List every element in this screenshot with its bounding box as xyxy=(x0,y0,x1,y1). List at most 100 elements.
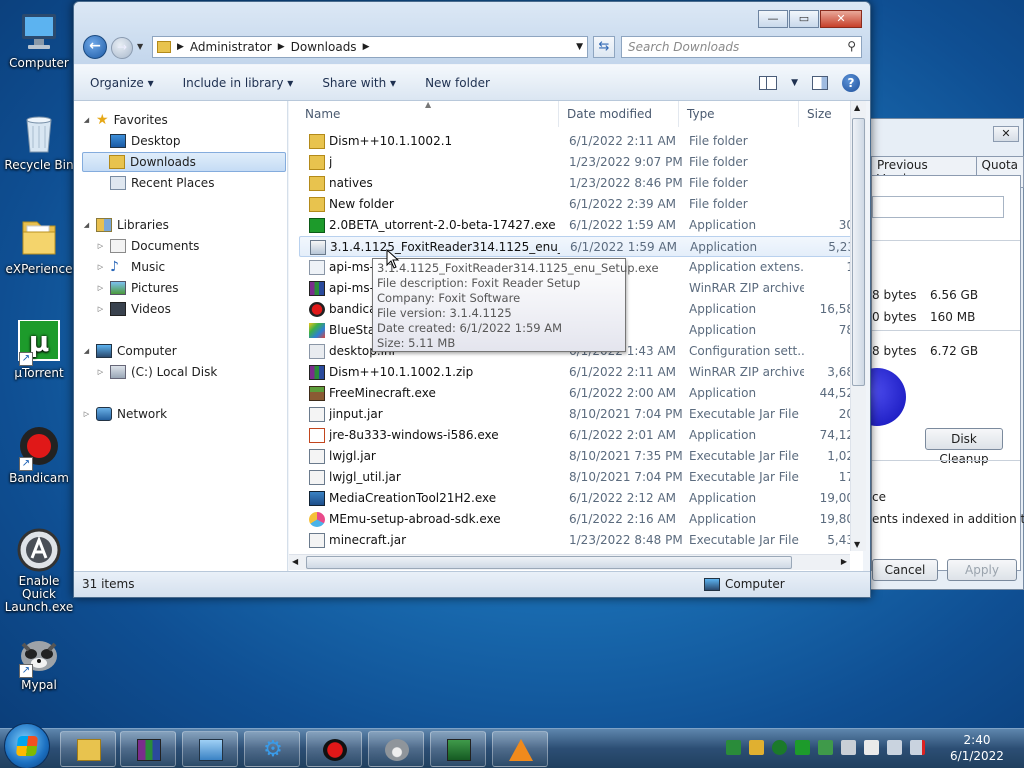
tray-tools-icon[interactable] xyxy=(749,740,764,755)
file-type: Executable Jar File xyxy=(689,533,799,547)
scroll-down-arrow-icon[interactable]: ▼ xyxy=(854,540,860,549)
file-date-modified: 6/1/2022 2:00 AM xyxy=(569,386,677,400)
nav-pictures[interactable]: ▷ Pictures xyxy=(96,278,179,298)
nav-desktop[interactable]: Desktop xyxy=(110,131,181,151)
address-dropdown-icon[interactable]: ▼ xyxy=(576,42,583,52)
desktop-icon-bandicam[interactable]: ↗ Bandicam xyxy=(2,425,76,485)
scroll-up-arrow-icon[interactable]: ▲ xyxy=(854,103,860,112)
mypal-raccoon-icon: ↗ xyxy=(17,632,61,678)
breadcrumb-administrator[interactable]: Administrator xyxy=(190,40,272,54)
desktop-icon-mypal[interactable]: ↗ Mypal xyxy=(2,632,76,692)
nav-local-disk[interactable]: ▷ (C:) Local Disk xyxy=(96,362,217,382)
file-row[interactable]: j 1/23/2022 9:07 PM File folder xyxy=(299,152,859,173)
nav-documents[interactable]: ▷ Documents xyxy=(96,236,199,256)
file-size: 20 xyxy=(838,407,854,421)
desktop-icon-enable-quick-launch[interactable]: Enable Quick Launch.exe xyxy=(2,528,76,614)
taskbar-task-manager[interactable] xyxy=(430,731,486,767)
refresh-button[interactable]: ⇆ xyxy=(593,36,615,58)
taskbar-bandicam[interactable] xyxy=(306,731,362,767)
apply-button[interactable]: Apply xyxy=(947,559,1017,581)
taskbar-winrar[interactable] xyxy=(120,731,176,767)
tray-record-icon[interactable] xyxy=(772,740,787,755)
organize-button[interactable]: Organize ▾ xyxy=(90,76,154,90)
view-options-chevron-icon[interactable]: ▼ xyxy=(791,78,798,88)
file-row[interactable]: MediaCreationTool21H2.exe 6/1/2022 2:12 A… xyxy=(299,488,859,509)
tray-flag-icon[interactable] xyxy=(864,740,879,755)
disk-label-field[interactable] xyxy=(872,196,1004,218)
taskbar-settings[interactable]: ⚙ xyxy=(244,731,300,767)
file-row[interactable]: jre-8u333-windows-i586.exe 6/1/2022 2:01 … xyxy=(299,425,859,446)
maximize-button[interactable]: ▭ xyxy=(789,10,819,28)
column-header-name[interactable]: Name ▲ xyxy=(297,101,559,127)
scroll-right-arrow-icon[interactable]: ▶ xyxy=(841,557,847,566)
taskbar-mypal[interactable] xyxy=(368,731,424,767)
file-row[interactable]: New folder 6/1/2022 2:39 AM File folder xyxy=(299,194,859,215)
nav-recent-places[interactable]: Recent Places xyxy=(110,173,214,193)
file-row[interactable]: 3.1.4.1125_FoxitReader314.1125_enu_Setu.… xyxy=(299,236,859,257)
cancel-button[interactable]: Cancel xyxy=(872,559,938,581)
clock-date: 6/1/2022 xyxy=(950,749,1004,763)
disk-cleanup-button[interactable]: Disk Cleanup xyxy=(925,428,1003,466)
tray-green-icon[interactable] xyxy=(726,740,741,755)
nav-favorites[interactable]: ◢ ★ Favorites xyxy=(82,110,168,130)
file-row[interactable]: natives 1/23/2022 8:46 PM File folder xyxy=(299,173,859,194)
recent-pages-chevron-icon[interactable]: ▼ xyxy=(137,42,143,51)
file-row[interactable]: 2.0BETA_utorrent-2.0-beta-17427.exe 6/1/2… xyxy=(299,215,859,236)
column-header-type[interactable]: Type xyxy=(679,101,799,127)
tray-security-icon[interactable] xyxy=(841,740,856,755)
change-view-icon[interactable] xyxy=(759,76,778,90)
file-row[interactable]: Dism++10.1.1002.1 6/1/2022 2:11 AM File fo… xyxy=(299,131,859,152)
desktop-icon-recycle-bin[interactable]: Recycle Bin xyxy=(2,112,76,172)
help-icon[interactable]: ? xyxy=(842,74,860,92)
forward-arrow-icon[interactable]: → xyxy=(111,37,133,59)
file-row[interactable]: jinput.jar 8/10/2021 7:04 PM Executable Ja… xyxy=(299,404,859,425)
back-arrow-icon[interactable]: ← xyxy=(83,35,107,59)
start-button[interactable] xyxy=(4,723,50,768)
vertical-scrollbar[interactable]: ▲ ▼ xyxy=(850,101,866,551)
include-in-library-button[interactable]: Include in library ▾ xyxy=(183,76,294,90)
file-type: File folder xyxy=(689,155,748,169)
file-row[interactable]: minecraft.jar 1/23/2022 8:48 PM Executable… xyxy=(299,530,859,551)
search-input[interactable]: Search Downloads ⚲ xyxy=(621,36,862,58)
vertical-scroll-thumb[interactable] xyxy=(852,118,865,386)
nav-libraries[interactable]: ◢ Libraries xyxy=(82,215,169,235)
file-row[interactable]: MEmu-setup-abroad-sdk.exe 6/1/2022 2:16 A… xyxy=(299,509,859,530)
tray-monitor-icon[interactable] xyxy=(818,740,833,755)
compress-option-text: ce xyxy=(872,490,886,504)
desktop-icon-computer[interactable]: Computer xyxy=(2,10,76,70)
desktop-icon-experience[interactable]: eXPerience xyxy=(2,216,76,276)
horizontal-scroll-thumb[interactable] xyxy=(306,556,792,569)
file-row[interactable]: Dism++10.1.1002.1.zip 6/1/2022 2:11 AM Win… xyxy=(299,362,859,383)
tray-network-icon[interactable] xyxy=(887,740,902,755)
tray-utorrent-icon[interactable] xyxy=(795,740,810,755)
nav-videos[interactable]: ▷ Videos xyxy=(96,299,171,319)
column-header-date-modified[interactable]: Date modified xyxy=(559,101,679,127)
scroll-left-arrow-icon[interactable]: ◀ xyxy=(292,557,298,566)
nav-computer[interactable]: ◢ Computer xyxy=(82,341,177,361)
file-row[interactable]: FreeMinecraft.exe 6/1/2022 2:00 AM Applica… xyxy=(299,383,859,404)
file-row[interactable]: lwjgl.jar 8/10/2021 7:35 PM Executable Jar… xyxy=(299,446,859,467)
share-with-button[interactable]: Share with ▾ xyxy=(322,76,396,90)
file-row[interactable]: lwjgl_util.jar 8/10/2021 7:04 PM Executabl… xyxy=(299,467,859,488)
nav-music[interactable]: ▷ ♪ Music xyxy=(96,257,165,277)
nav-network[interactable]: ▷ Network xyxy=(82,404,167,424)
clock[interactable]: 2:40 6/1/2022 xyxy=(940,732,1014,764)
desktop-icon-utorrent[interactable]: µ ↗ µTorrent xyxy=(2,319,76,380)
close-button[interactable]: ✕ xyxy=(820,10,862,28)
horizontal-scrollbar[interactable]: ◀ ▶ xyxy=(289,554,850,570)
taskbar-vlc[interactable] xyxy=(492,731,548,767)
taskbar-explorer[interactable] xyxy=(60,731,116,767)
file-type: Configuration sett... xyxy=(689,344,804,358)
file-type: Application xyxy=(689,323,757,337)
nav-downloads[interactable]: Downloads xyxy=(82,152,286,172)
minimize-button[interactable]: — xyxy=(758,10,788,28)
file-name: 3.1.4.1125_FoxitReader314.1125_enu_Setu.… xyxy=(330,240,560,254)
file-size: 19,80 xyxy=(819,512,854,526)
preview-pane-icon[interactable] xyxy=(812,76,828,90)
address-bar[interactable]: ▶ Administrator ▶ Downloads ▶ ▼ xyxy=(152,36,588,58)
tray-volume-muted-icon[interactable] xyxy=(910,740,925,755)
new-folder-button[interactable]: New folder xyxy=(425,76,490,90)
taskbar-control-panel[interactable] xyxy=(182,731,238,767)
dialog-close-button[interactable]: ✕ xyxy=(993,126,1019,142)
breadcrumb-downloads[interactable]: Downloads xyxy=(291,40,357,54)
